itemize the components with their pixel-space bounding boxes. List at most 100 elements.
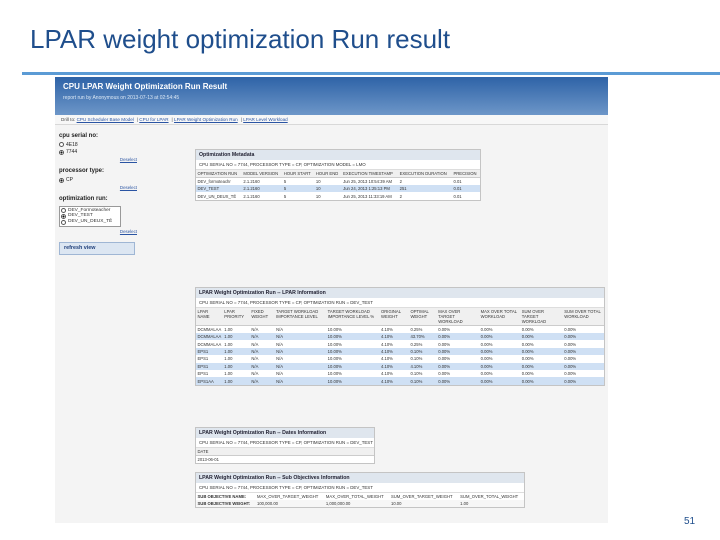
table-cell: 0.00% — [520, 377, 563, 385]
table-row: DEV_UN_DEUX_TÊ 2.1.2160 5 10 Jun 25, 2013 11… — [196, 192, 480, 199]
table-cell: N/A — [249, 347, 275, 356]
table-cell: 4.10% — [381, 356, 393, 362]
table-cell: 0.00% — [562, 333, 604, 341]
table-cell: 10.00% — [326, 377, 380, 385]
table-cell: 1,000,000.00 — [324, 499, 390, 508]
table-cell: 2013-06-01 — [197, 456, 219, 462]
table-cell: N/A — [251, 326, 259, 332]
table-cell: N/A — [276, 371, 284, 377]
radio-icon[interactable] — [61, 219, 66, 225]
table-cell: 0.10% — [410, 371, 423, 377]
column-header: PRECISION — [451, 169, 480, 178]
title-divider — [22, 72, 720, 75]
table-body: 2013-06-01 — [196, 455, 374, 463]
column-header: TARGET WORKLOAD IMPORTANCE LEVEL % — [326, 307, 380, 326]
table-cell: N/A — [276, 356, 284, 362]
report-run-info: report run by Anonymous on 2013-07-13 at… — [63, 94, 180, 101]
cpu-serial-option[interactable]: 7744 — [59, 149, 137, 155]
table-cell: 0.00% — [562, 377, 604, 385]
table-cell: 0.00% — [521, 371, 534, 377]
drill-link-base-model[interactable]: CPU Scheduler Base Model — [77, 117, 134, 122]
column-header: MODEL VERSION — [241, 169, 283, 178]
table-cell: DCMMALAA — [197, 326, 222, 332]
table-cell: 1.00 — [222, 362, 250, 371]
drill-link-cpu-lpar[interactable]: CPU for LPAR — [139, 117, 168, 122]
panel-title: LPAR Weight Optimization Run -- Dates In… — [196, 428, 374, 439]
table-cell: 10 — [315, 193, 321, 199]
radio-icon[interactable] — [59, 142, 64, 148]
radio-checked-icon[interactable] — [59, 149, 64, 155]
nav-separator: | — [171, 117, 173, 122]
optimization-run-list[interactable]: DEV_Formoteacher DEV_TEST DEV_UN_DEUX_TÊ — [59, 205, 121, 227]
drill-link-optimization-run[interactable]: LPAR Weight Optimization Run — [174, 117, 238, 122]
table-cell: 0.00% — [520, 362, 563, 371]
column-header: FIXED WEIGHT — [249, 307, 275, 326]
column-header: SUM OVER TARGET WORKLOAD — [520, 307, 563, 326]
panel-title: Optimization Metadata — [196, 150, 480, 161]
app-header: CPU LPAR Weight Optimization Run Result … — [55, 77, 608, 115]
option-label: 7744 — [66, 149, 78, 156]
cpu-serial-option[interactable]: 4E18 — [59, 142, 137, 148]
table-cell: EPS1 — [196, 362, 223, 371]
processor-type-deselect-link[interactable]: Deselect — [59, 185, 137, 190]
table-cell: 4.10% — [381, 341, 393, 347]
table-cell: 5 — [282, 184, 315, 193]
table-cell: 251 — [398, 184, 452, 193]
drill-link-lpar-workload[interactable]: LPAR Level Workload — [243, 117, 288, 122]
table-cell: 0.00% — [564, 326, 577, 332]
table-cell: N/A — [251, 356, 259, 362]
table-cell: 2 — [399, 193, 402, 199]
table-cell: DEV_TEST — [196, 184, 242, 193]
radio-checked-icon[interactable] — [61, 213, 66, 219]
table-row: DCMMALAA 1.00 N/A N/A 10.00% 4.10% 0.25% 0.00% 0… — [196, 325, 604, 333]
processor-type-option[interactable]: CP — [59, 177, 137, 183]
table-cell: 0.10% — [410, 356, 423, 362]
table-cell: 10.00% — [327, 371, 342, 377]
optimization-run-deselect-link[interactable]: Deselect — [59, 229, 137, 234]
table-cell: 0.00% — [438, 341, 451, 347]
table-cell: 4.10% — [379, 362, 409, 371]
sub-objectives-table: SUB OBJECTIVE NAME: MAX_OVER_TARGET_WEIGH… — [196, 493, 524, 508]
panel-subtitle: CPU SERIAL NO = 7744, PROCESSOR TYPE = C… — [196, 160, 480, 170]
panel-title: LPAR Weight Optimization Run -- Sub Obje… — [196, 473, 524, 484]
cpu-serial-deselect-link[interactable]: Deselect — [59, 157, 137, 162]
column-header: OPTIMIZATION RUN — [196, 169, 242, 178]
table-body: SUB OBJECTIVE NAME: MAX_OVER_TARGET_WEIGH… — [196, 493, 524, 508]
radio-checked-icon[interactable] — [59, 177, 64, 183]
table-row: EPS1 1.00 N/A N/A 10.00% 4.10% 0.10% 0.00% 0.00%… — [196, 355, 604, 362]
slide-number: 51 — [684, 516, 696, 527]
table-cell: 10.00 — [389, 499, 459, 508]
table-cell: 0.00% — [480, 371, 493, 377]
table-cell: 4.10% — [379, 377, 409, 385]
table-cell: 10.00% — [327, 341, 342, 347]
table-body: DEV_formoteachr 2.1.2160 5 10 Jun 25, 2013 1… — [196, 177, 480, 200]
table-cell: 10.00% — [326, 347, 380, 356]
table-cell: 0.00% — [564, 356, 577, 362]
table-row: DCMMALAA 1.00 N/A N/A 10.00% 4.10% 43.70% 0.00%… — [196, 333, 604, 341]
option-label: 4E18 — [66, 141, 78, 148]
dates-table: DATE 2013-06-01 — [196, 447, 374, 463]
table-cell: SUM_OVER_TOTAL_WEIGHT — [460, 493, 519, 499]
table-cell: 1.00 — [224, 371, 233, 377]
table-cell: 0.00% — [564, 341, 577, 347]
option-label: CP — [66, 177, 73, 184]
table-cell: SUM_OVER_TARGET_WEIGHT — [390, 493, 453, 499]
table-cell: 0.00% — [521, 326, 534, 332]
table-cell: 5 — [283, 178, 287, 184]
column-header: TARGET WORKLOAD IMPORTANCE LEVEL — [274, 307, 327, 326]
column-header: LPAR NAME — [196, 307, 223, 326]
column-header: MAX OVER TARGET WORKLOAD — [436, 307, 480, 326]
column-header: DATE — [196, 447, 374, 456]
nav-separator: | — [240, 117, 242, 122]
nav-separator: | — [136, 117, 138, 122]
table-cell: 0.00% — [436, 377, 480, 385]
column-header: LPAR PRIORITY — [222, 307, 250, 326]
table-cell: SUB OBJECTIVE NAME: — [197, 493, 247, 499]
refresh-view-button[interactable]: refresh view — [59, 242, 135, 255]
table-cell: MAX_OVER_TOTAL_WEIGHT — [325, 493, 384, 499]
panel-subtitle: CPU SERIAL NO = 7744, PROCESSOR TYPE = C… — [196, 438, 374, 448]
table-body: DCMMALAA 1.00 N/A N/A 10.00% 4.10% 0.25% 0.00% 0… — [196, 325, 604, 385]
radio-icon[interactable] — [61, 208, 66, 213]
optimization-run-option[interactable]: DEV_UN_DEUX_TÊ — [61, 219, 119, 225]
report-screenshot: CPU LPAR Weight Optimization Run Result … — [55, 77, 608, 523]
